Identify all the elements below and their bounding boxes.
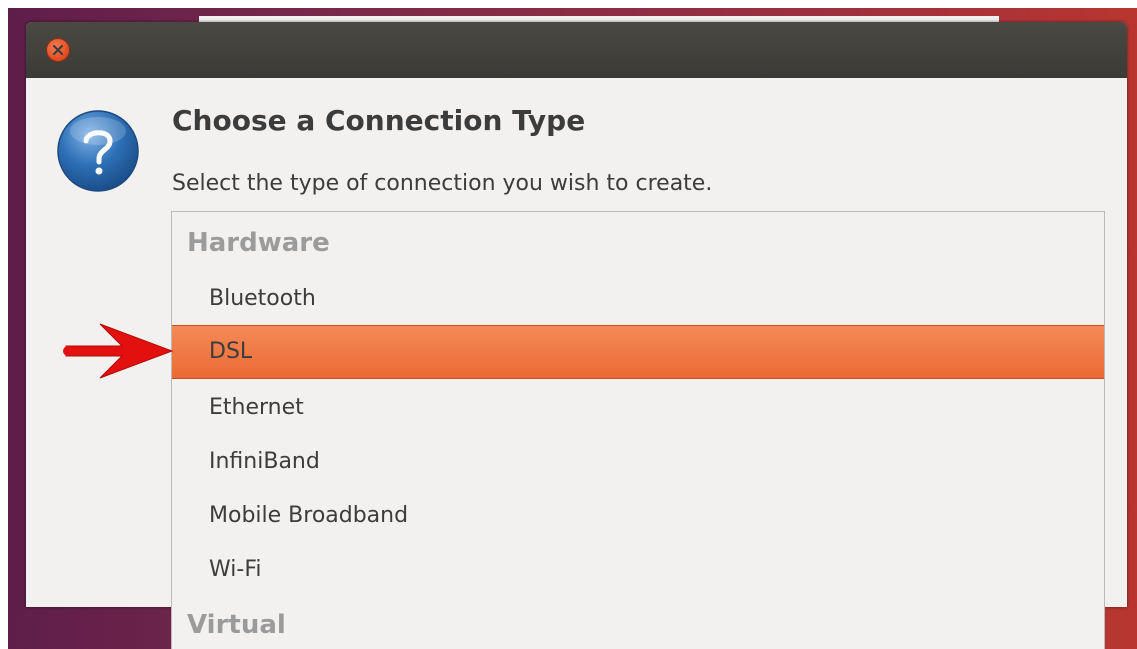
close-button[interactable] xyxy=(46,38,70,62)
question-icon xyxy=(57,110,139,192)
dialog-titlebar xyxy=(26,22,1127,78)
connection-type-list[interactable]: Hardware Bluetooth DSL Ethernet InfiniBa… xyxy=(171,211,1105,649)
dialog-subtitle: Select the type of connection you wish t… xyxy=(172,171,713,196)
dialog-title: Choose a Connection Type xyxy=(172,104,586,137)
list-item-wifi[interactable]: Wi-Fi xyxy=(172,543,1104,597)
list-item-mobile-broadband[interactable]: Mobile Broadband xyxy=(172,489,1104,543)
list-item-dsl[interactable]: DSL xyxy=(172,325,1104,379)
close-icon xyxy=(53,45,63,55)
list-item-bluetooth[interactable]: Bluetooth xyxy=(172,272,1104,326)
group-header-hardware: Hardware xyxy=(187,228,330,258)
list-item-ethernet[interactable]: Ethernet xyxy=(172,381,1104,435)
list-item-infiniband[interactable]: InfiniBand xyxy=(172,435,1104,489)
arrow-right-icon xyxy=(63,323,174,379)
group-header-virtual: Virtual xyxy=(187,610,286,640)
